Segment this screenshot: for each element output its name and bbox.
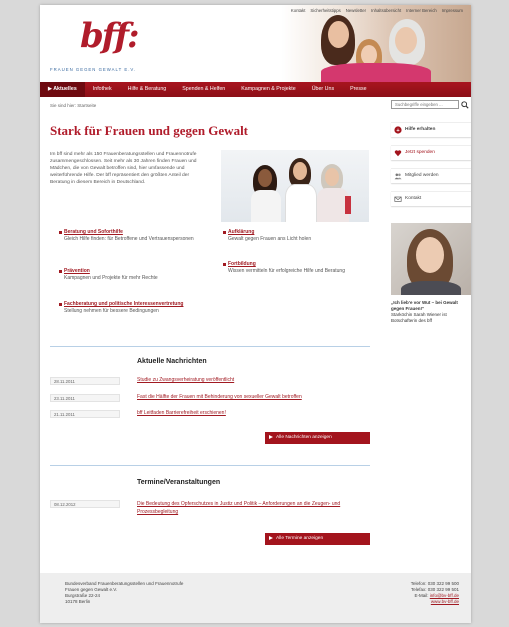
arrow-right-icon	[269, 434, 273, 439]
feature-text: Wissen vermitteln für erfolgreiche Hilfe…	[228, 268, 345, 274]
search-icon[interactable]	[461, 101, 469, 109]
nav-item-aktuelles[interactable]: ▶ Aktuelles	[40, 82, 85, 97]
footer-address: Bundesverband Frauenberatungsstellen und…	[65, 581, 183, 605]
footer-email-link[interactable]: info@bv-bff.de	[430, 593, 459, 598]
top-nav-kontakt[interactable]: Kontakt	[291, 8, 306, 13]
bullet	[223, 263, 226, 266]
top-nav-inhaltsuebersicht[interactable]: Inhaltsübersicht	[371, 8, 401, 13]
breadcrumb: Sie sind hier: Startseite	[50, 103, 97, 108]
page: Kontakt Sicherheitstipps Newsletter Inha…	[40, 5, 471, 623]
bullet	[59, 231, 62, 234]
help-icon: +	[394, 126, 402, 134]
side-quote-title: „Ich lieb‘e vor Wut – bei Gewalt gegen F…	[391, 300, 458, 311]
bff-logo[interactable]: bff:	[80, 16, 140, 56]
members-icon	[394, 173, 402, 180]
feature-praevention: Prävention Kampagnen und Projekte für me…	[59, 268, 194, 282]
feature-text: Stellung nehmen für bessere Bedingungen	[64, 308, 159, 314]
header: Kontakt Sicherheitstipps Newsletter Inha…	[40, 5, 471, 83]
feature-link[interactable]: Fachberatung und politische Interessenve…	[64, 301, 194, 308]
all-events-button[interactable]: Alle Termine anzeigen	[265, 533, 370, 545]
news-date: 23.11.2011	[50, 394, 120, 402]
top-nav-sicherheitstipps[interactable]: Sicherheitstipps	[310, 8, 340, 13]
intro-text: Im bff sind mehr als 150 Frauenberatungs…	[50, 152, 197, 185]
donate-icon	[394, 150, 402, 157]
divider	[50, 346, 370, 347]
nav-item-label: Aktuelles	[53, 86, 77, 92]
search-input[interactable]	[391, 100, 459, 109]
feature-aufklaerung: Aufklärung Gewalt gegen Frauen ans Licht…	[223, 229, 368, 243]
news-date: 28.11.2011	[50, 377, 120, 385]
top-nav: Kontakt Sicherheitstipps Newsletter Inha…	[291, 8, 463, 13]
nav-item-hilfe-beratung[interactable]: Hilfe & Beratung	[120, 82, 175, 97]
feature-text: Gleich Hilfe finden: für Betroffene und …	[64, 236, 194, 242]
bullet	[59, 303, 62, 306]
news-date: 21.11.2011	[50, 410, 120, 418]
divider	[50, 465, 370, 466]
bullet	[223, 231, 226, 234]
sidebar-hilfe-erhalten[interactable]: + Hilfe erhalten	[391, 122, 471, 137]
nav-item-spenden-helfen[interactable]: Spenden & Helfen	[174, 82, 233, 97]
sidebar-label: Mitglied werden	[405, 173, 439, 178]
side-quote: „Ich lieb‘e vor Wut – bei Gewalt gegen F…	[391, 300, 469, 324]
top-nav-interner-bereich[interactable]: Interner Bereich	[406, 8, 437, 13]
nav-item-presse[interactable]: Presse	[342, 82, 375, 97]
feature-link[interactable]: Fortbildung	[228, 261, 368, 268]
teaser-photo-women	[221, 150, 369, 222]
page-title: Stark für Frauen und gegen Gewalt	[50, 123, 249, 138]
footer-contact: Telefon: 030 322 99 500 Telefax: 030 322…	[411, 581, 459, 605]
feature-link[interactable]: Beratung und Soforthilfe	[64, 229, 194, 236]
sidebar-jetzt-spenden[interactable]: Jetzt spenden	[391, 145, 471, 160]
news-title: Aktuelle Nachrichten	[137, 358, 207, 365]
main-nav: ▶ Aktuelles Infothek Hilfe & Beratung Sp…	[40, 82, 471, 97]
contact-icon	[394, 196, 402, 202]
nav-item-ueber-uns[interactable]: Über Uns	[304, 82, 342, 97]
logo-tagline: FRAUEN GEGEN GEWALT E.V.	[50, 67, 137, 72]
address-line: 10178 Berlin	[65, 599, 91, 604]
news-link[interactable]: Fast die Hälfte der Frauen mit Behinderu…	[137, 394, 302, 400]
sidebar-label: Kontakt	[405, 196, 422, 201]
sidebar-label: Jetzt spenden	[405, 150, 435, 155]
event-link[interactable]: Die Bedeutung des Opferschutzes in Justi…	[137, 500, 372, 516]
all-news-button[interactable]: Alle Nachrichten anzeigen	[265, 432, 370, 444]
nav-item-kampagnen-projekte[interactable]: Kampagnen & Projekte	[233, 82, 303, 97]
bullet	[59, 270, 62, 273]
sidebar-mitglied-werden[interactable]: Mitglied werden	[391, 168, 471, 183]
logo-text: bff:	[80, 16, 140, 56]
sidebar-kontakt[interactable]: Kontakt	[391, 191, 471, 206]
feature-fortbildung: Fortbildung Wissen vermitteln für erfolg…	[223, 261, 368, 275]
footer-website-link[interactable]: www.bv-bff.de	[431, 599, 459, 604]
header-photo	[281, 5, 471, 83]
feature-link[interactable]: Aufklärung	[228, 229, 368, 236]
news-link[interactable]: bff Leitfaden Barrierefreiheit erschiene…	[137, 410, 226, 416]
events-title: Termine/Veranstaltungen	[137, 479, 221, 486]
event-date: 08.12.2012	[50, 500, 120, 508]
arrow-right-icon	[269, 535, 273, 540]
feature-beratung: Beratung und Soforthilfe Gleich Hilfe fi…	[59, 229, 194, 243]
side-quote-text: Starköchin Sarah Wiener ist Botschafteri…	[391, 312, 447, 323]
email-label: E-Mail:	[414, 593, 429, 598]
sidebar-label: Hilfe erhalten	[405, 127, 436, 132]
top-nav-newsletter[interactable]: Newsletter	[346, 8, 366, 13]
feature-fachberatung: Fachberatung und politische Interessenve…	[59, 301, 194, 315]
footer: Bundesverband Frauenberatungsstellen und…	[40, 573, 471, 623]
button-label: Alle Nachrichten anzeigen	[276, 435, 332, 440]
button-label: Alle Termine anzeigen	[276, 536, 324, 541]
nav-item-infothek[interactable]: Infothek	[85, 82, 120, 97]
sarah-wiener-photo[interactable]	[391, 223, 471, 295]
feature-link[interactable]: Prävention	[64, 268, 194, 275]
feature-text: Kampagnen und Projekte für mehr Rechte	[64, 275, 158, 281]
top-nav-impressum[interactable]: Impressum	[442, 8, 463, 13]
news-link[interactable]: Studie zu Zwangsverheiratung veröffentli…	[137, 377, 234, 383]
feature-text: Gewalt gegen Frauen ans Licht holen	[228, 236, 312, 242]
